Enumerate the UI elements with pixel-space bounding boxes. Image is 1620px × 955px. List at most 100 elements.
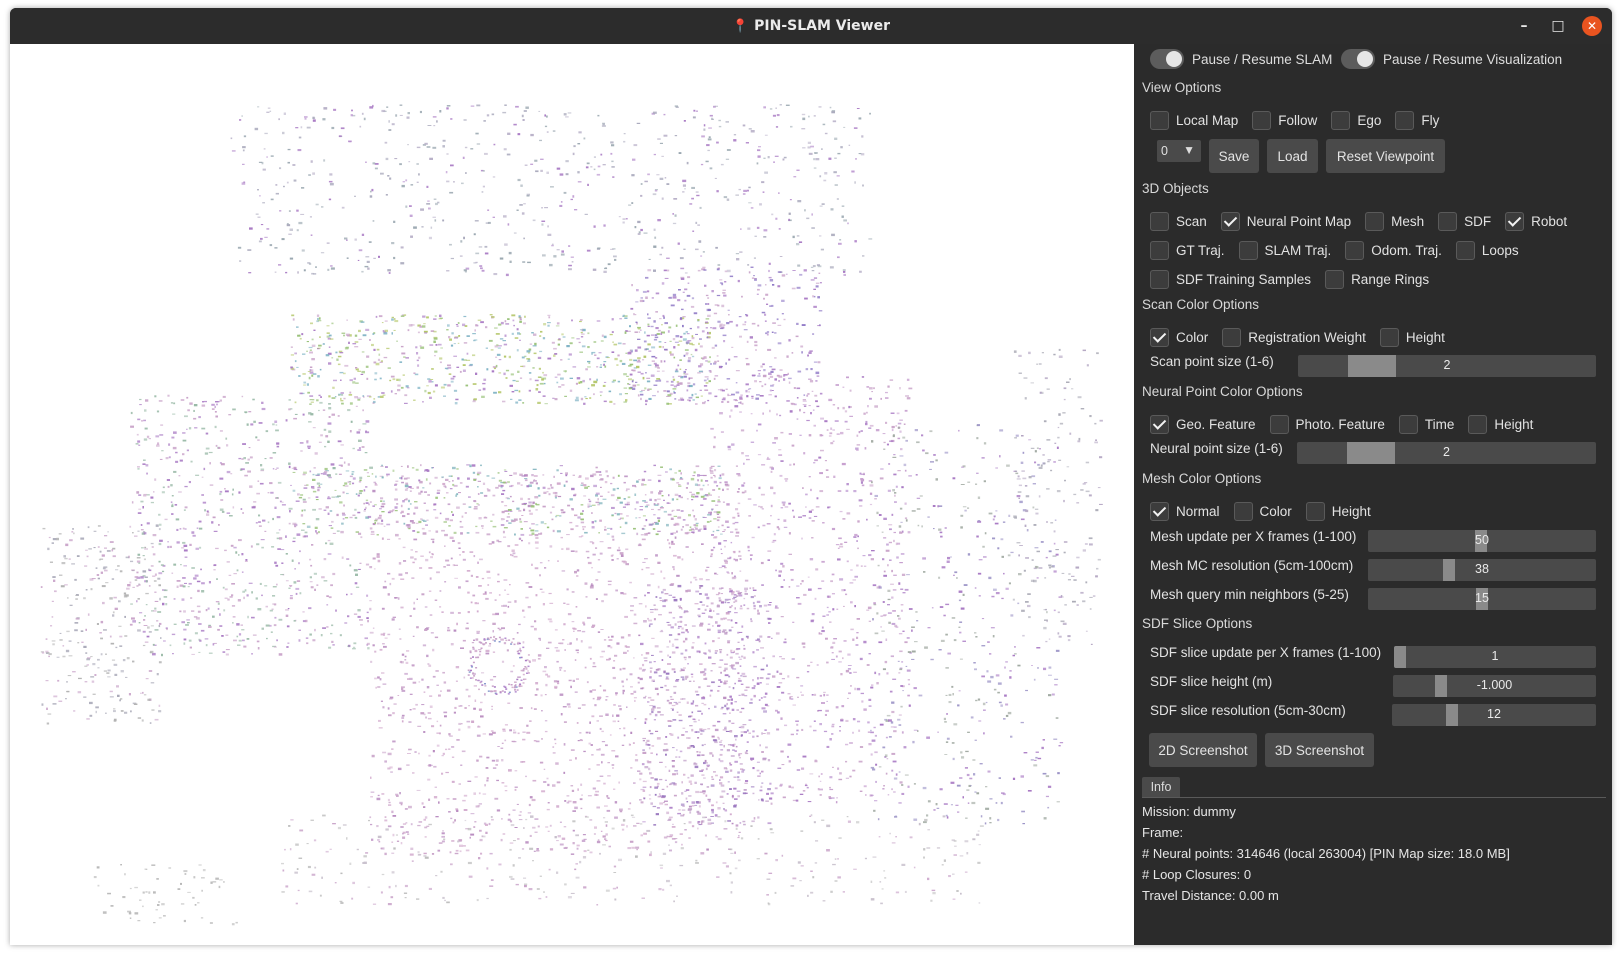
checkbox-box[interactable]: [1395, 110, 1415, 130]
checkbox-box[interactable]: [1252, 110, 1272, 130]
mesh-update-slider[interactable]: 50: [1368, 530, 1596, 552]
checkbox-box[interactable]: [1345, 240, 1365, 260]
mesh-neighbors-label: Mesh query min neighbors (5-25): [1150, 587, 1349, 602]
checkbox-time[interactable]: Time: [1398, 414, 1455, 434]
checkbox-label: Normal: [1176, 503, 1220, 519]
3d-screenshot-button[interactable]: 3D Screenshot: [1265, 733, 1374, 767]
sdf-height-slider[interactable]: -1.000: [1393, 675, 1596, 697]
pause-vis-toggle[interactable]: Pause / Resume Visualization: [1341, 49, 1562, 69]
maximize-icon[interactable]: □: [1548, 16, 1568, 36]
checkbox-box[interactable]: [1150, 211, 1169, 231]
checkbox-box[interactable]: [1365, 211, 1385, 231]
checkbox-sdf[interactable]: SDF: [1438, 211, 1491, 231]
checkbox-box[interactable]: [1220, 211, 1240, 231]
close-icon[interactable]: ✕: [1582, 16, 1602, 36]
checkbox-box[interactable]: [1150, 269, 1169, 289]
checkbox-photo-feature[interactable]: Photo. Feature: [1269, 414, 1385, 434]
checkbox-box[interactable]: [1305, 501, 1325, 521]
objects-row-3: SDF Training Samples Range Rings: [1150, 267, 1443, 291]
title-bar[interactable]: 📍 PIN-SLAM Viewer – □ ✕: [10, 8, 1612, 44]
checkbox-robot[interactable]: Robot: [1505, 211, 1567, 231]
checkbox-fly[interactable]: Fly: [1395, 110, 1440, 130]
checkbox-mesh-height[interactable]: Height: [1305, 501, 1371, 521]
save-viewpoint-button[interactable]: Save: [1209, 139, 1259, 173]
checkbox-box[interactable]: [1455, 240, 1475, 260]
toggle-switch[interactable]: [1150, 49, 1184, 69]
checkbox-box[interactable]: [1331, 110, 1351, 130]
checkbox-box[interactable]: [1398, 414, 1418, 434]
checkbox-normal[interactable]: Normal: [1150, 501, 1220, 521]
checkbox-neural-point-map[interactable]: Neural Point Map: [1220, 211, 1351, 231]
checkbox-label: Color: [1176, 329, 1209, 345]
checkbox-box[interactable]: [1222, 327, 1242, 347]
checkbox-sdf-training-samples[interactable]: SDF Training Samples: [1150, 269, 1311, 289]
viewpoint-select[interactable]: 0 ▼: [1157, 140, 1201, 162]
checkbox-label: Photo. Feature: [1295, 416, 1385, 432]
checkbox-odom-traj[interactable]: Odom. Traj.: [1345, 240, 1442, 260]
checkbox-range-rings[interactable]: Range Rings: [1325, 269, 1429, 289]
pause-slam-label: Pause / Resume SLAM: [1192, 51, 1333, 67]
scan-point-size-slider[interactable]: 2: [1298, 355, 1596, 377]
checkbox-box[interactable]: [1233, 501, 1253, 521]
mesh-neighbors-slider[interactable]: 15: [1368, 588, 1596, 610]
slider-value: 12: [1487, 707, 1501, 721]
scan-color-row: Color Registration Weight Height: [1150, 325, 1459, 349]
checkbox-label: Geo. Feature: [1176, 416, 1256, 432]
sdf-height-label: SDF slice height (m): [1150, 674, 1273, 689]
viewpoint-select-value: 0: [1161, 144, 1168, 158]
section-sdf-slice: SDF Slice Options: [1142, 616, 1253, 631]
checkbox-box[interactable]: [1379, 327, 1399, 347]
checkbox-label: Fly: [1421, 112, 1440, 128]
checkbox-box[interactable]: [1325, 269, 1345, 289]
pause-slam-toggle[interactable]: Pause / Resume SLAM: [1150, 49, 1332, 69]
checkbox-label: SLAM Traj.: [1264, 242, 1332, 258]
neural-point-size-slider[interactable]: 2: [1297, 442, 1596, 464]
checkbox-mesh-color[interactable]: Color: [1233, 501, 1292, 521]
checkbox-box[interactable]: [1505, 211, 1525, 231]
objects-row-2: GT Traj. SLAM Traj. Odom. Traj. Loops: [1150, 238, 1533, 262]
tab-info[interactable]: Info: [1142, 777, 1180, 797]
checkbox-box[interactable]: [1150, 327, 1169, 347]
checkbox-slam-traj[interactable]: SLAM Traj.: [1238, 240, 1332, 260]
checkbox-label: Follow: [1278, 112, 1318, 128]
checkbox-follow[interactable]: Follow: [1252, 110, 1318, 130]
reset-viewpoint-button[interactable]: Reset Viewpoint: [1326, 139, 1445, 173]
checkbox-box[interactable]: [1238, 240, 1258, 260]
checkbox-label: Height: [1331, 503, 1371, 519]
checkbox-ego[interactable]: Ego: [1331, 110, 1381, 130]
sdf-update-label: SDF slice update per X frames (1-100): [1150, 645, 1382, 660]
checkbox-label: Odom. Traj.: [1371, 242, 1442, 258]
load-viewpoint-button[interactable]: Load: [1267, 139, 1318, 173]
mesh-mc-slider[interactable]: 38: [1368, 559, 1596, 581]
2d-screenshot-button[interactable]: 2D Screenshot: [1149, 733, 1257, 767]
checkbox-box[interactable]: [1150, 240, 1169, 260]
neural-point-size-label: Neural point size (1-6): [1150, 441, 1283, 456]
checkbox-label: Time: [1424, 416, 1455, 432]
pin-icon: 📍: [731, 18, 749, 34]
checkbox-box[interactable]: [1150, 110, 1169, 130]
checkbox-box[interactable]: [1150, 414, 1169, 434]
mesh-update-label: Mesh update per X frames (1-100): [1150, 529, 1357, 544]
checkbox-loops[interactable]: Loops: [1455, 240, 1519, 260]
checkbox-local-map[interactable]: Local Map: [1150, 110, 1238, 130]
sdf-res-slider[interactable]: 12: [1392, 704, 1596, 726]
section-neural-color: Neural Point Color Options: [1142, 384, 1303, 399]
settings-panel: Pause / Resume SLAM Pause / Resume Visua…: [1134, 44, 1612, 945]
checkbox-box[interactable]: [1438, 211, 1458, 231]
toggle-switch[interactable]: [1341, 49, 1375, 69]
checkbox-scan-color[interactable]: Color: [1150, 327, 1209, 347]
checkbox-box[interactable]: [1269, 414, 1289, 434]
pause-vis-label: Pause / Resume Visualization: [1383, 51, 1563, 67]
checkbox-scan[interactable]: Scan: [1150, 211, 1207, 231]
checkbox-registration-weight[interactable]: Registration Weight: [1222, 327, 1366, 347]
checkbox-neural-height[interactable]: Height: [1468, 414, 1533, 434]
minimize-icon[interactable]: –: [1514, 16, 1534, 36]
checkbox-gt-traj[interactable]: GT Traj.: [1150, 240, 1225, 260]
checkbox-box[interactable]: [1468, 414, 1488, 434]
3d-viewport[interactable]: [10, 44, 1134, 945]
checkbox-geo-feature[interactable]: Geo. Feature: [1150, 414, 1256, 434]
checkbox-scan-height[interactable]: Height: [1379, 327, 1445, 347]
sdf-update-slider[interactable]: 1: [1394, 646, 1596, 668]
checkbox-box[interactable]: [1150, 501, 1169, 521]
checkbox-mesh[interactable]: Mesh: [1365, 211, 1424, 231]
